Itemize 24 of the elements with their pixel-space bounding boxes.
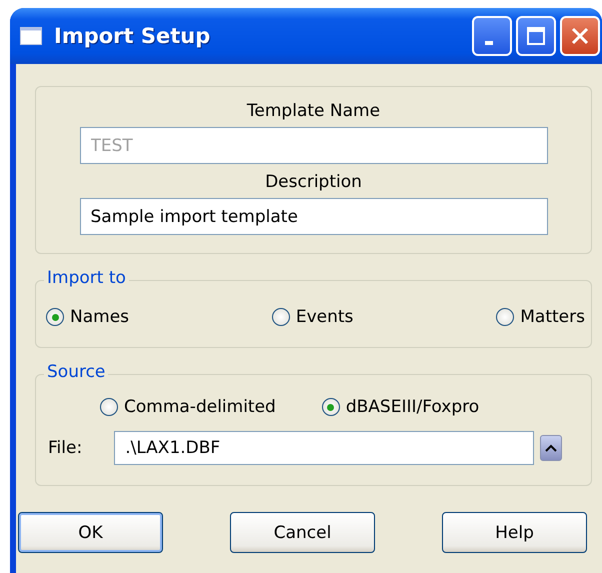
close-icon <box>569 25 591 47</box>
caret-icon <box>545 444 558 452</box>
window-title: Import Setup <box>54 24 212 48</box>
minimize-icon <box>485 41 493 45</box>
maximize-button[interactable] <box>516 16 556 56</box>
close-button[interactable] <box>560 16 600 56</box>
radio-option[interactable]: Comma-delimited <box>100 397 276 417</box>
description-field[interactable]: Sample import template <box>80 198 548 235</box>
dialog-button[interactable]: Help <box>442 512 587 553</box>
dialog-button[interactable]: OK <box>18 512 163 553</box>
radio-option[interactable]: Events <box>272 307 354 327</box>
radio-option[interactable]: dBASEIII/Foxpro <box>322 397 480 417</box>
minimize-button[interactable] <box>472 16 512 56</box>
browse-button[interactable] <box>540 435 562 461</box>
file-path-field[interactable]: .\LAX1.DBF <box>114 431 534 465</box>
dialog-button[interactable]: Cancel <box>230 512 375 553</box>
maximize-icon <box>525 25 547 47</box>
field-label: Description <box>265 172 362 192</box>
group-legend: Import to <box>44 268 129 288</box>
window-icon <box>20 27 42 45</box>
file-label: File: <box>48 438 82 458</box>
radio-option[interactable]: Names <box>46 307 130 327</box>
radio-option[interactable]: Matters <box>496 307 585 327</box>
field-label: Template Name <box>246 101 380 121</box>
